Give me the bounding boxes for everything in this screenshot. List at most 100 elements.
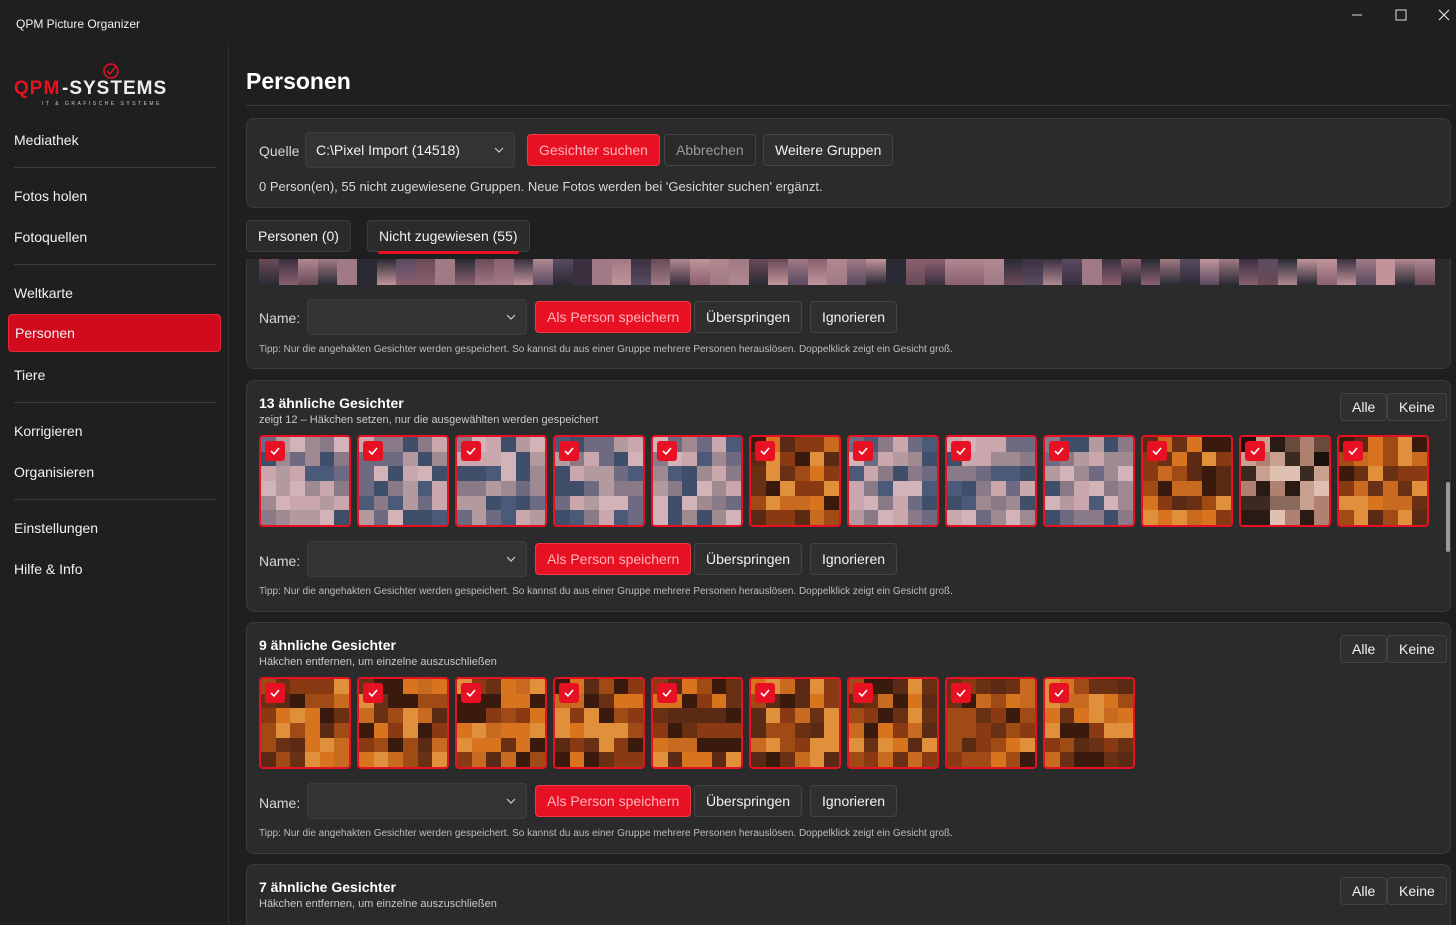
thumbnail-strip-cell	[592, 259, 612, 285]
status-text: 0 Person(en), 55 nicht zugewiesene Grupp…	[259, 179, 823, 194]
checkbox-checked-icon[interactable]	[1343, 441, 1363, 461]
tip-text: Tipp: Nur die angehakten Gesichter werde…	[259, 344, 953, 355]
cancel-button[interactable]: Abbrechen	[664, 134, 756, 166]
face-thumbnail[interactable]	[357, 435, 449, 527]
checkbox-checked-icon[interactable]	[853, 683, 873, 703]
checkbox-checked-icon[interactable]	[461, 441, 481, 461]
checkbox-checked-icon[interactable]	[1049, 683, 1069, 703]
checkbox-checked-icon[interactable]	[951, 441, 971, 461]
checkbox-checked-icon[interactable]	[657, 683, 677, 703]
face-thumbnail[interactable]	[1337, 435, 1429, 527]
maximize-icon[interactable]	[1381, 4, 1421, 26]
title-bar: QPM Picture Organizer	[0, 0, 1456, 46]
face-thumbnail[interactable]	[259, 435, 351, 527]
source-select[interactable]: C:\Pixel Import (14518)	[305, 132, 515, 168]
name-select[interactable]	[307, 541, 527, 577]
face-thumbnail[interactable]	[847, 435, 939, 527]
svg-text:IT & GRAFISCHE SYSTEME: IT & GRAFISCHE SYSTEME	[42, 101, 162, 107]
face-thumbnail[interactable]	[945, 677, 1037, 769]
face-thumbnail[interactable]	[455, 435, 547, 527]
face-thumbnail[interactable]	[651, 435, 743, 527]
face-thumbnail[interactable]	[651, 677, 743, 769]
face-thumbnail[interactable]	[1239, 435, 1331, 527]
sidebar-item-fotoquellen[interactable]: Fotoquellen	[8, 218, 221, 256]
sidebar-item-fotos-holen[interactable]: Fotos holen	[8, 177, 221, 215]
thumbnail-strip-cell	[356, 259, 377, 285]
checkbox-checked-icon[interactable]	[559, 683, 579, 703]
select-all-button[interactable]: Alle	[1340, 877, 1388, 905]
face-thumbnail[interactable]	[945, 435, 1037, 527]
checkbox-checked-icon[interactable]	[461, 683, 481, 703]
select-none-button[interactable]: Keine	[1387, 877, 1447, 905]
search-faces-button[interactable]: Gesichter suchen	[527, 134, 660, 166]
thumbnail-strip-cell	[1219, 259, 1239, 285]
sidebar-item-mediathek[interactable]: Mediathek	[8, 121, 221, 159]
face-thumbnail[interactable]	[553, 677, 645, 769]
thumbnail-strip-cell	[1375, 259, 1396, 285]
sidebar-item-tiere[interactable]: Tiere	[8, 356, 221, 394]
select-none-button[interactable]: Keine	[1387, 393, 1447, 421]
face-thumbnail[interactable]	[455, 677, 547, 769]
active-tab-indicator	[378, 251, 519, 254]
checkbox-checked-icon[interactable]	[363, 441, 383, 461]
face-thumbnail[interactable]	[749, 435, 841, 527]
minimize-icon[interactable]	[1337, 4, 1377, 26]
checkbox-checked-icon[interactable]	[1147, 441, 1167, 461]
save-person-button[interactable]: Als Person speichern	[535, 301, 692, 333]
checkbox-checked-icon[interactable]	[853, 441, 873, 461]
skip-button[interactable]: Überspringen	[694, 301, 803, 333]
tab-nicht-zugewiesen[interactable]: Nicht zugewiesen (55)	[367, 220, 530, 254]
face-thumbnail[interactable]	[847, 677, 939, 769]
sidebar-item-weltkarte[interactable]: Weltkarte	[8, 274, 221, 312]
name-label: Name:	[259, 553, 301, 569]
sidebar-item-einstellungen[interactable]: Einstellungen	[8, 509, 221, 547]
checkbox-checked-icon[interactable]	[951, 683, 971, 703]
thumbnail-strip-cell	[670, 259, 691, 285]
chevron-down-icon	[506, 798, 516, 804]
sidebar-item-hilfe[interactable]: Hilfe & Info	[8, 550, 221, 588]
save-person-button[interactable]: Als Person speichern	[535, 785, 692, 817]
thumbnail-strip-cell	[415, 259, 436, 285]
face-thumbnail[interactable]	[1141, 435, 1233, 527]
select-all-button[interactable]: Alle	[1340, 635, 1388, 663]
name-select[interactable]	[307, 783, 527, 819]
save-person-button[interactable]: Als Person speichern	[535, 543, 692, 575]
face-thumbnail[interactable]	[1043, 435, 1135, 527]
face-thumbnail[interactable]	[749, 677, 841, 769]
checkbox-checked-icon[interactable]	[559, 441, 579, 461]
checkbox-checked-icon[interactable]	[363, 683, 383, 703]
scrollbar[interactable]	[1446, 482, 1450, 552]
face-thumbnail[interactable]	[259, 677, 351, 769]
checkbox-checked-icon[interactable]	[755, 441, 775, 461]
checkbox-checked-icon[interactable]	[265, 683, 285, 703]
tip-text: Tipp: Nur die angehakten Gesichter werde…	[259, 828, 953, 839]
thumbnail-strip-cell	[690, 259, 710, 285]
checkbox-checked-icon[interactable]	[1245, 441, 1265, 461]
thumbnail-strip-cell	[905, 259, 926, 285]
checkbox-checked-icon[interactable]	[1049, 441, 1069, 461]
tab-personen[interactable]: Personen (0)	[246, 220, 351, 252]
close-icon[interactable]	[1424, 4, 1456, 26]
thumbnail-strip-cell	[964, 259, 984, 285]
thumbnail-strip-cell	[866, 259, 886, 285]
select-all-button[interactable]: Alle	[1340, 393, 1388, 421]
ignore-button[interactable]: Ignorieren	[810, 301, 898, 333]
ignore-button[interactable]: Ignorieren	[810, 785, 898, 817]
thumbnail-strip-cell	[396, 259, 416, 285]
sidebar-item-korrigieren[interactable]: Korrigieren	[8, 412, 221, 450]
checkbox-checked-icon[interactable]	[755, 683, 775, 703]
sidebar-item-personen[interactable]: Personen	[8, 314, 221, 352]
face-thumbnail[interactable]	[1043, 677, 1135, 769]
face-thumbnail[interactable]	[357, 677, 449, 769]
select-none-button[interactable]: Keine	[1387, 635, 1447, 663]
skip-button[interactable]: Überspringen	[694, 785, 803, 817]
checkbox-checked-icon[interactable]	[265, 441, 285, 461]
checkbox-checked-icon[interactable]	[657, 441, 677, 461]
skip-button[interactable]: Überspringen	[694, 543, 803, 575]
sidebar-item-organisieren[interactable]: Organisieren	[8, 453, 221, 491]
face-thumbnail[interactable]	[553, 435, 645, 527]
tab-label: Personen (0)	[258, 228, 339, 244]
more-groups-button[interactable]: Weitere Gruppen	[763, 134, 894, 166]
name-select[interactable]	[307, 299, 527, 335]
ignore-button[interactable]: Ignorieren	[810, 543, 898, 575]
